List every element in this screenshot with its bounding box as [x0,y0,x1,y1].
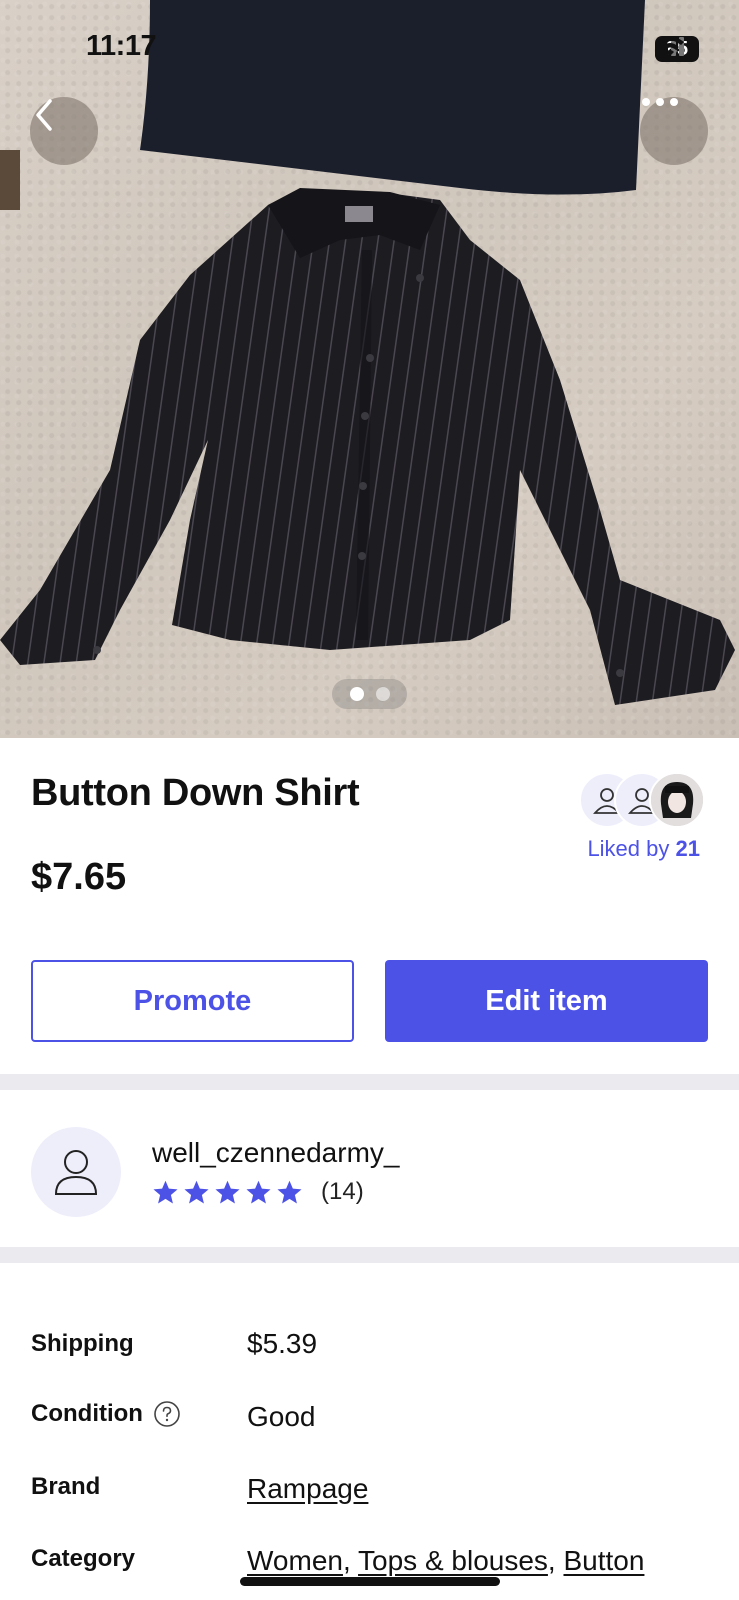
category-link-tops-blouses[interactable]: Tops & blouses [358,1545,548,1576]
status-time: 11:17 [86,30,157,62]
star-icon [215,1180,240,1204]
item-title: Button Down Shirt [31,772,360,814]
page-dot-1 [349,687,364,701]
wifi-icon [656,36,684,56]
brand-link[interactable]: Rampage [247,1473,368,1505]
seller-rating[interactable]: (14) [152,1178,364,1206]
product-photo[interactable]: 11:17 85 [0,0,739,738]
profile-picture [651,774,703,826]
status-icons: 85 [655,36,699,62]
back-button[interactable] [30,97,98,165]
shipping-value: $5.39 [247,1328,318,1359]
help-circle-icon[interactable] [153,1400,181,1428]
liked-by-count: 21 [675,836,700,861]
liked-by-prefix: Liked by [587,836,670,861]
review-count: (14) [321,1178,364,1205]
photo-page-indicator [332,679,407,709]
more-options-button[interactable] [640,97,708,165]
person-icon [54,1150,98,1195]
condition-label: Condition [31,1400,181,1428]
star-icon [184,1180,209,1204]
category-label-text: Category [31,1545,136,1572]
star-icon [277,1180,302,1204]
promote-button[interactable]: Promote [31,960,354,1042]
condition-value: Good [247,1401,316,1432]
shipping-label-text: Shipping [31,1330,134,1357]
seller-username[interactable]: well_czennedarmy_ [152,1137,399,1169]
category-link-button[interactable]: Button [563,1545,644,1576]
back-arrow-icon [36,99,52,131]
status-bar: 11:17 85 [0,0,739,100]
brand-label: Brand [31,1473,100,1501]
seller-avatar[interactable] [31,1127,121,1217]
likers-avatars[interactable] [579,772,709,828]
condition-label-text: Condition [31,1400,143,1427]
shirt-illustration [0,0,735,705]
liker-photo-avatar [649,772,705,828]
more-icon [642,98,678,106]
brand-label-text: Brand [31,1473,101,1500]
liked-by-text[interactable]: Liked by 21 [587,836,700,862]
item-price: $7.65 [31,856,127,898]
page-dot-2 [375,687,390,701]
section-divider [0,1074,739,1090]
category-label: Category [31,1545,135,1573]
shipping-label: Shipping [31,1330,134,1358]
category-link-women[interactable]: Women [247,1545,343,1576]
star-icon [153,1180,178,1204]
edit-item-button[interactable]: Edit item [385,960,708,1042]
section-divider [0,1247,739,1263]
category-links: Women, Tops & blouses, Button [247,1545,645,1576]
star-icon [246,1180,271,1204]
home-indicator[interactable] [240,1577,500,1586]
